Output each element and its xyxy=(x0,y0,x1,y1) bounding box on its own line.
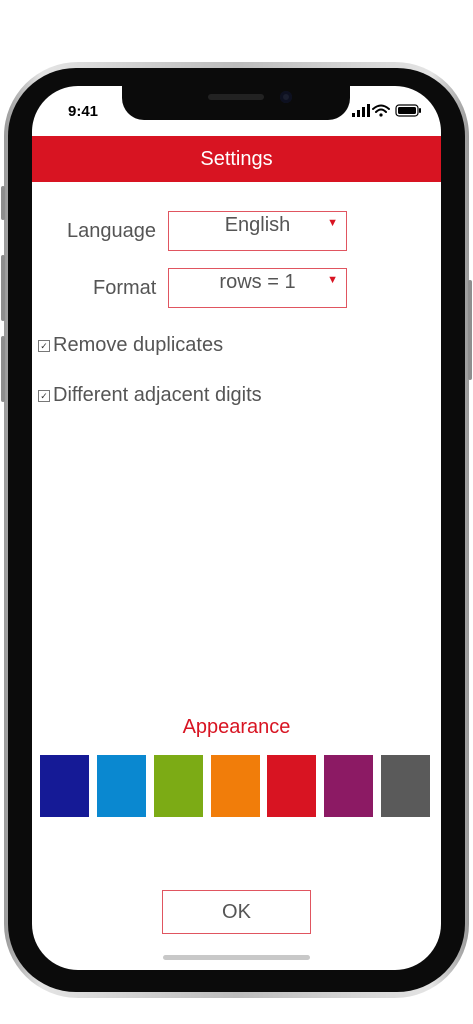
power-button xyxy=(468,280,472,380)
ok-button[interactable]: OK xyxy=(162,890,311,934)
speaker-grille xyxy=(208,94,264,100)
battery-icon xyxy=(395,104,421,117)
color-swatch-orange[interactable] xyxy=(211,755,260,817)
page-title: Settings xyxy=(200,147,273,170)
status-icons xyxy=(352,104,421,117)
dropdown-arrow-icon: ▼ xyxy=(327,274,338,286)
front-camera xyxy=(280,91,292,103)
ok-button-label: OK xyxy=(222,900,251,923)
format-select[interactable]: rows = 1 ▼ xyxy=(168,268,347,308)
format-label: Format xyxy=(93,277,157,299)
volume-up-button xyxy=(1,255,5,321)
color-swatch-green[interactable] xyxy=(154,755,203,817)
volume-down-button xyxy=(1,336,5,402)
color-swatch-red[interactable] xyxy=(267,755,316,817)
dropdown-arrow-icon: ▼ xyxy=(327,217,338,229)
different-adjacent-digits-checkbox[interactable]: ✓ xyxy=(38,389,50,402)
remove-duplicates-option[interactable]: ✓ Remove duplicates xyxy=(38,334,223,357)
color-swatch-blue[interactable] xyxy=(40,755,89,817)
different-adjacent-digits-option[interactable]: ✓ Different adjacent digits xyxy=(38,384,262,407)
header-bar: Settings xyxy=(32,136,441,182)
language-select[interactable]: English ▼ xyxy=(168,211,347,251)
cellular-signal-icon xyxy=(352,104,370,117)
status-time: 9:41 xyxy=(68,103,99,120)
color-swatch-purple[interactable] xyxy=(324,755,373,817)
home-indicator xyxy=(163,955,310,960)
appearance-title: Appearance xyxy=(182,716,291,738)
remove-duplicates-label: Remove duplicates xyxy=(53,334,224,356)
color-swatch-light-blue[interactable] xyxy=(97,755,146,817)
mute-switch xyxy=(1,186,5,220)
wifi-icon xyxy=(372,104,390,117)
remove-duplicates-checkbox[interactable]: ✓ xyxy=(38,339,50,352)
notch xyxy=(122,86,350,120)
language-value: English xyxy=(224,214,291,236)
color-swatch-gray[interactable] xyxy=(381,755,430,817)
format-value: rows = 1 xyxy=(219,271,296,293)
different-adjacent-digits-label: Different adjacent digits xyxy=(53,384,262,406)
language-label: Language xyxy=(67,220,156,242)
